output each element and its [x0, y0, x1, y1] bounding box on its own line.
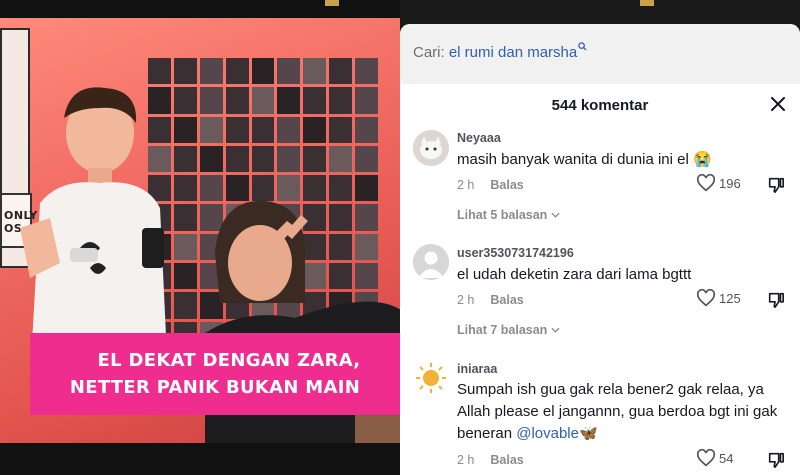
comment-username[interactable]: user3530731742196 — [457, 246, 574, 260]
view-replies-button[interactable]: Lihat 7 balasan — [457, 323, 560, 337]
default-avatar-icon — [413, 244, 449, 280]
chevron-down-icon — [551, 212, 560, 218]
comment-username[interactable]: iniaraa — [457, 362, 497, 376]
search-bar[interactable]: Cari: el rumi dan marsha — [400, 24, 800, 84]
top-badge-right — [640, 0, 654, 6]
comment-text: Sumpah ish gua gak rela bener2 gak relaa… — [457, 379, 787, 445]
comment-meta: 2 h Balas — [457, 293, 524, 307]
search-icon[interactable] — [578, 42, 587, 51]
like-count: 196 — [719, 175, 741, 191]
dislike-icon[interactable] — [767, 176, 785, 194]
like-button[interactable]: 125 — [696, 289, 741, 307]
comments-pane: Cari: el rumi dan marsha 544 komentar Ne… — [400, 0, 800, 475]
heart-icon — [696, 449, 716, 467]
comment-text-body: Sumpah ish gua gak rela bener2 gak relaa… — [457, 381, 778, 442]
dislike-icon[interactable] — [767, 451, 785, 469]
comments-sheet: Cari: el rumi dan marsha 544 komentar Ne… — [400, 24, 800, 475]
reply-button[interactable]: Balas — [490, 293, 523, 307]
view-replies-label: Lihat 7 balasan — [457, 323, 548, 337]
search-query-link[interactable]: el rumi dan marsha — [449, 44, 577, 61]
heart-icon — [696, 289, 716, 307]
mention-link[interactable]: @lovable🦋 — [516, 425, 597, 442]
video-caption: EL DEKAT DENGAN ZARA, NETTER PANIK BUKAN… — [30, 333, 400, 415]
like-button[interactable]: 54 — [696, 449, 733, 467]
avatar[interactable] — [413, 244, 449, 280]
like-count: 125 — [719, 290, 741, 306]
heart-icon — [696, 174, 716, 192]
comment-meta: 2 h Balas — [457, 453, 524, 467]
reply-button[interactable]: Balas — [490, 178, 523, 192]
view-replies-button[interactable]: Lihat 5 balasan — [457, 208, 560, 222]
comment-time: 2 h — [457, 453, 475, 467]
comment-username[interactable]: Neyaaa — [457, 131, 501, 145]
sun-avatar-icon — [413, 360, 449, 396]
close-icon[interactable] — [771, 97, 785, 111]
search-prefix: Cari: — [413, 44, 445, 61]
view-replies-label: Lihat 5 balasan — [457, 208, 548, 222]
like-button[interactable]: 196 — [696, 174, 741, 192]
video-frame[interactable]: ONLY OS EL DEKAT DENGAN ZARA, NETTER PAN… — [0, 18, 400, 443]
avatar[interactable] — [413, 360, 449, 396]
reply-button[interactable]: Balas — [490, 453, 523, 467]
chevron-down-icon — [551, 327, 560, 333]
comment-text: el udah deketin zara dari lama bgttt — [457, 266, 692, 283]
comment-count: 544 komentar — [551, 96, 649, 114]
avatar[interactable] — [413, 130, 449, 166]
top-badge — [325, 0, 339, 6]
caption-line-2: NETTER PANIK BUKAN MAIN — [69, 377, 361, 398]
comment-text: masih banyak wanita di dunia ini el 😭 — [457, 151, 712, 168]
caption-line-1: EL DEKAT DENGAN ZARA, — [97, 350, 361, 371]
video-panel[interactable]: ONLY OS EL DEKAT DENGAN ZARA, NETTER PAN… — [0, 0, 400, 475]
comment-time: 2 h — [457, 293, 475, 307]
dislike-icon[interactable] — [767, 291, 785, 309]
comment-time: 2 h — [457, 178, 475, 192]
comments-header: 544 komentar — [400, 84, 800, 126]
cat-avatar-icon — [413, 130, 449, 166]
like-count: 54 — [719, 450, 734, 466]
comment-meta: 2 h Balas — [457, 178, 524, 192]
